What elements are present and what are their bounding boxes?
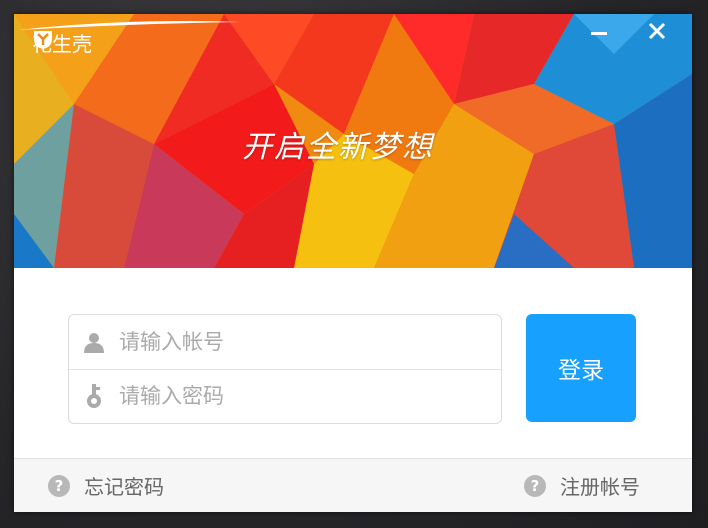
register-account-label: 注册帐号 — [560, 475, 640, 499]
register-account-link[interactable]: ? 注册帐号 — [524, 471, 640, 500]
credentials-box — [68, 314, 502, 424]
close-button[interactable] — [648, 22, 678, 52]
banner: 花生壳 开启全新梦想 — [14, 14, 692, 268]
user-icon — [81, 329, 107, 355]
minimize-button[interactable] — [590, 22, 620, 52]
minus-icon — [591, 32, 607, 35]
password-field-row — [69, 369, 501, 423]
question-icon: ? — [48, 474, 70, 497]
forgot-password-label: 忘记密码 — [84, 475, 164, 499]
account-field-row — [69, 315, 501, 370]
password-input[interactable] — [117, 383, 481, 409]
slogan-underline — [18, 21, 240, 30]
key-icon — [81, 383, 107, 409]
account-input[interactable] — [117, 329, 481, 355]
login-window: 花生壳 开启全新梦想 请输入帐号 登录 ? 忘记密码 ? 注册帐号 — [14, 14, 692, 512]
login-button[interactable]: 登录 — [526, 314, 636, 422]
question-icon: ? — [524, 474, 546, 497]
close-icon — [648, 22, 666, 40]
banner-slogan: 开启全新梦想 — [242, 130, 434, 165]
footer-bar: ? 忘记密码 ? 注册帐号 — [14, 458, 692, 512]
forgot-password-link[interactable]: ? 忘记密码 — [48, 471, 164, 500]
